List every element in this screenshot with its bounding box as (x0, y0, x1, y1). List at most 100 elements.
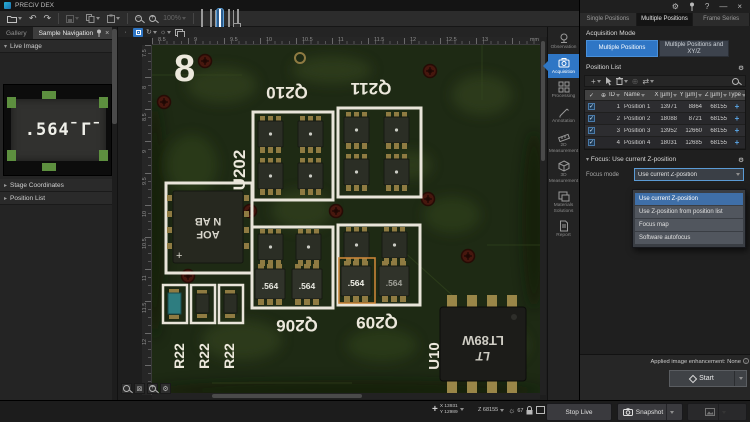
zoom-out-button[interactable]: − (133, 12, 144, 25)
pin-icon[interactable] (689, 2, 695, 11)
col-target[interactable]: ⊕ (598, 92, 609, 99)
scrollbar-thumb[interactable] (212, 394, 362, 398)
zoom-in-view-button[interactable]: + (147, 383, 158, 394)
col-type[interactable]: Type (729, 92, 745, 98)
live-image-section-header[interactable]: ▾ Live Image (0, 40, 117, 53)
close-tab-icon[interactable]: × (105, 27, 109, 40)
layers-button[interactable] (174, 28, 183, 37)
row-checkbox[interactable]: ✓ (588, 127, 595, 134)
reorder-position-button[interactable]: ⇄ (642, 77, 654, 86)
focus-settings-icon[interactable]: ⚙ (738, 156, 744, 164)
tab-3d-measurement[interactable]: 3D Measurement (548, 157, 579, 187)
copy-button[interactable] (84, 12, 102, 25)
tab-sample-navigation[interactable]: Sample Navigation × (33, 27, 116, 39)
fit-to-window-button[interactable]: ⊠ (134, 383, 145, 394)
pcb-live-image[interactable]: .564 .564 .564 .564 AOF N AB + (152, 45, 540, 395)
view-settings-button[interactable]: ⚙ (160, 383, 171, 394)
table-row[interactable]: ✓ 4 Position 4 18031 12685 68155 + (585, 137, 745, 149)
tab-annotation[interactable]: Annotation (548, 103, 579, 128)
illumination-button[interactable]: ☼ (160, 28, 171, 37)
col-id[interactable]: ID (609, 92, 622, 98)
viewport-vertical-scrollbar[interactable] (540, 37, 546, 395)
stage-z-status[interactable]: Z 68155 (478, 407, 504, 413)
zoom-out-view-button[interactable] (121, 383, 132, 394)
dropdown-option-z-from-list[interactable]: Use Z-position from position list (635, 206, 743, 218)
filter-icon[interactable] (641, 94, 645, 97)
table-row[interactable]: ✓ 1 Position 1 13971 8864 68155 + (585, 101, 745, 113)
filter-icon[interactable] (616, 94, 620, 97)
tab-report[interactable]: Report (548, 217, 579, 242)
layout-grid-button[interactable] (226, 9, 232, 29)
dropdown-option-focus-map[interactable]: Focus map (635, 219, 743, 231)
filter-icon[interactable] (742, 94, 745, 97)
tab-processing[interactable]: Processing (548, 78, 579, 103)
delete-position-button[interactable] (616, 77, 628, 85)
layout-single-button[interactable] (199, 9, 205, 29)
position-list-settings-icon[interactable]: ⚙ (738, 64, 744, 72)
snapshot-options-dropdown[interactable] (666, 404, 677, 420)
dropdown-option-current-z[interactable]: Use current Z-position (635, 193, 743, 205)
snapshot-button[interactable]: Snapshot (617, 403, 683, 421)
table-row[interactable]: ✓ 3 Position 3 13952 12660 68155 + (585, 125, 745, 137)
help-icon[interactable]: ? (705, 2, 709, 11)
live-image-thumbnail[interactable]: .564̄ Γ̄ (3, 84, 112, 176)
zoom-in-button[interactable]: + (147, 12, 158, 25)
filter-icon[interactable] (723, 94, 727, 97)
multiple-positions-xyz-mode-button[interactable]: Multiple Positions and XY/Z (659, 40, 729, 57)
save-button[interactable] (64, 12, 81, 25)
start-button[interactable]: Start (669, 370, 747, 387)
row-checkbox[interactable]: ✓ (588, 103, 595, 110)
pick-position-button[interactable] (605, 77, 612, 86)
info-icon[interactable]: i (743, 358, 749, 364)
close-icon[interactable]: × (737, 2, 742, 11)
multiple-positions-mode-button[interactable]: Multiple Positions (586, 40, 658, 57)
stage-navigator-button[interactable] (133, 28, 143, 37)
scrollbar-thumb[interactable] (112, 29, 117, 124)
stage-coordinates-section-header[interactable]: ▸ Stage Coordinates (0, 179, 112, 192)
tab-gallery[interactable]: Gallery (0, 27, 33, 39)
table-row[interactable]: ✓ 2 Position 2 18088 8721 68155 + (585, 113, 745, 125)
filter-icon[interactable] (698, 94, 702, 97)
tab-single-positions[interactable]: Single Positions (580, 13, 637, 26)
col-x[interactable]: X [µm] (654, 92, 679, 98)
stop-live-button[interactable]: Stop Live (546, 403, 612, 421)
frame-status[interactable] (536, 406, 545, 414)
viewport-horizontal-scrollbar[interactable] (152, 393, 540, 399)
save-image-button[interactable] (687, 403, 747, 421)
filter-icon[interactable] (673, 94, 677, 97)
left-panel-scrollbar[interactable] (112, 27, 117, 400)
lamp-status[interactable]: ☼ 67 (508, 406, 523, 415)
refresh-button[interactable]: ↻ (146, 28, 157, 37)
position-list-section-header[interactable]: ▸ Position List (0, 192, 112, 205)
col-name[interactable]: Name (622, 92, 654, 98)
paste-button[interactable] (105, 12, 122, 25)
tab-frame-series[interactable]: Frame Series (693, 13, 750, 26)
layout-current-button[interactable] (217, 9, 223, 29)
tab-acquisition[interactable]: Acquisition (548, 54, 579, 79)
undo-button[interactable]: ↶ (27, 12, 39, 25)
row-checkbox[interactable]: ✓ (588, 115, 595, 122)
tab-multiple-positions[interactable]: Multiple Positions (637, 13, 694, 26)
tab-materials-solutions[interactable]: Materials Solutions (548, 187, 579, 217)
open-button[interactable] (5, 12, 24, 25)
scrollbar-thumb[interactable] (541, 41, 545, 161)
focus-section-header[interactable]: ▾ Focus: Use current Z-position ⚙ (580, 154, 750, 165)
tab-observation[interactable]: Observation (548, 29, 579, 54)
add-position-button[interactable]: + (591, 77, 601, 86)
col-z[interactable]: Z [µm] (704, 92, 729, 98)
move-position-button[interactable]: ⊕ (632, 77, 639, 86)
zoom-level-dropdown[interactable]: 100% (161, 12, 188, 25)
search-position-button[interactable] (732, 78, 739, 85)
new-window-button[interactable] (235, 9, 241, 29)
pin-icon[interactable] (96, 29, 102, 37)
row-checkbox[interactable]: ✓ (588, 139, 595, 146)
col-y[interactable]: Y [µm] (679, 92, 704, 98)
focus-mode-select[interactable]: Use current Z-position (634, 168, 744, 181)
minimize-icon[interactable]: — (719, 2, 727, 11)
start-options-dropdown[interactable] (734, 371, 746, 386)
stage-xy-status[interactable]: + X 13931 Y 12989 (432, 404, 464, 415)
redo-button[interactable]: ↷ (42, 12, 54, 25)
save-options-dropdown[interactable] (718, 404, 729, 420)
layout-split-button[interactable] (208, 9, 214, 29)
tab-2d-measurement[interactable]: 2D Measurement (548, 127, 579, 157)
